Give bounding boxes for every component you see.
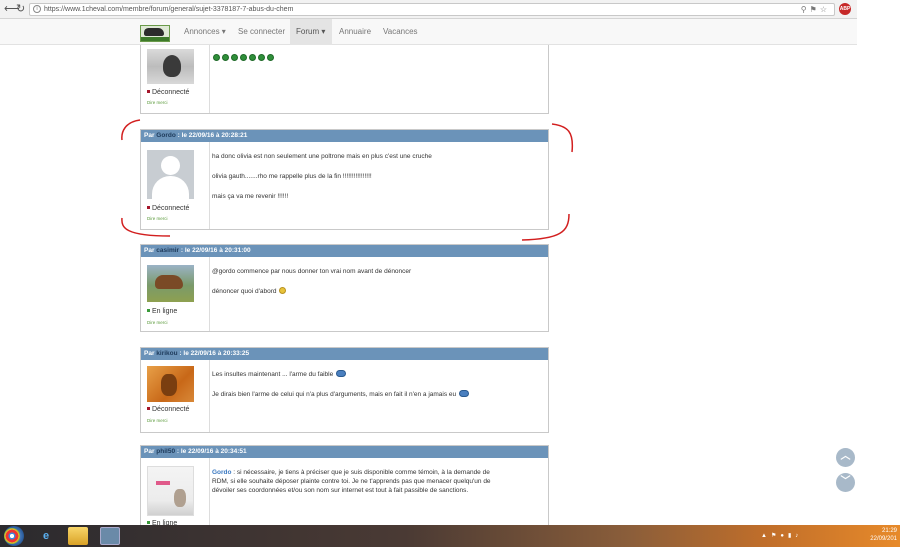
clock-date: 22/09/201 (870, 536, 897, 542)
taskbar: e ▲⚑●▮♪ 21:29 22/09/201 (0, 525, 900, 547)
system-tray: ▲⚑●▮♪ 21:29 22/09/201 (757, 525, 900, 547)
clock[interactable]: 21:29 22/09/201 (870, 527, 897, 543)
flag-icon[interactable]: ⚑ (771, 533, 780, 539)
app-icon[interactable] (100, 527, 120, 545)
volume-icon[interactable]: ♪ (795, 533, 802, 539)
file-explorer-icon[interactable] (68, 527, 88, 545)
chevron-up-icon[interactable]: ▲ (761, 533, 771, 539)
annotation-mark (551, 123, 574, 153)
annotation-mark (121, 217, 171, 237)
annotation-overlay (121, 119, 574, 241)
internet-explorer-icon[interactable]: e (36, 527, 56, 545)
annotation-mark (121, 119, 141, 141)
chrome-icon[interactable] (4, 528, 20, 544)
tray-icons: ▲⚑●▮♪ (761, 532, 802, 539)
security-icon[interactable]: ● (780, 533, 788, 539)
clock-time: 21:29 (881, 528, 897, 534)
scroll-up-button[interactable]: ︿ (836, 448, 855, 467)
scroll-down-button[interactable]: ﹀ (836, 473, 855, 492)
annotation-mark (521, 213, 570, 241)
